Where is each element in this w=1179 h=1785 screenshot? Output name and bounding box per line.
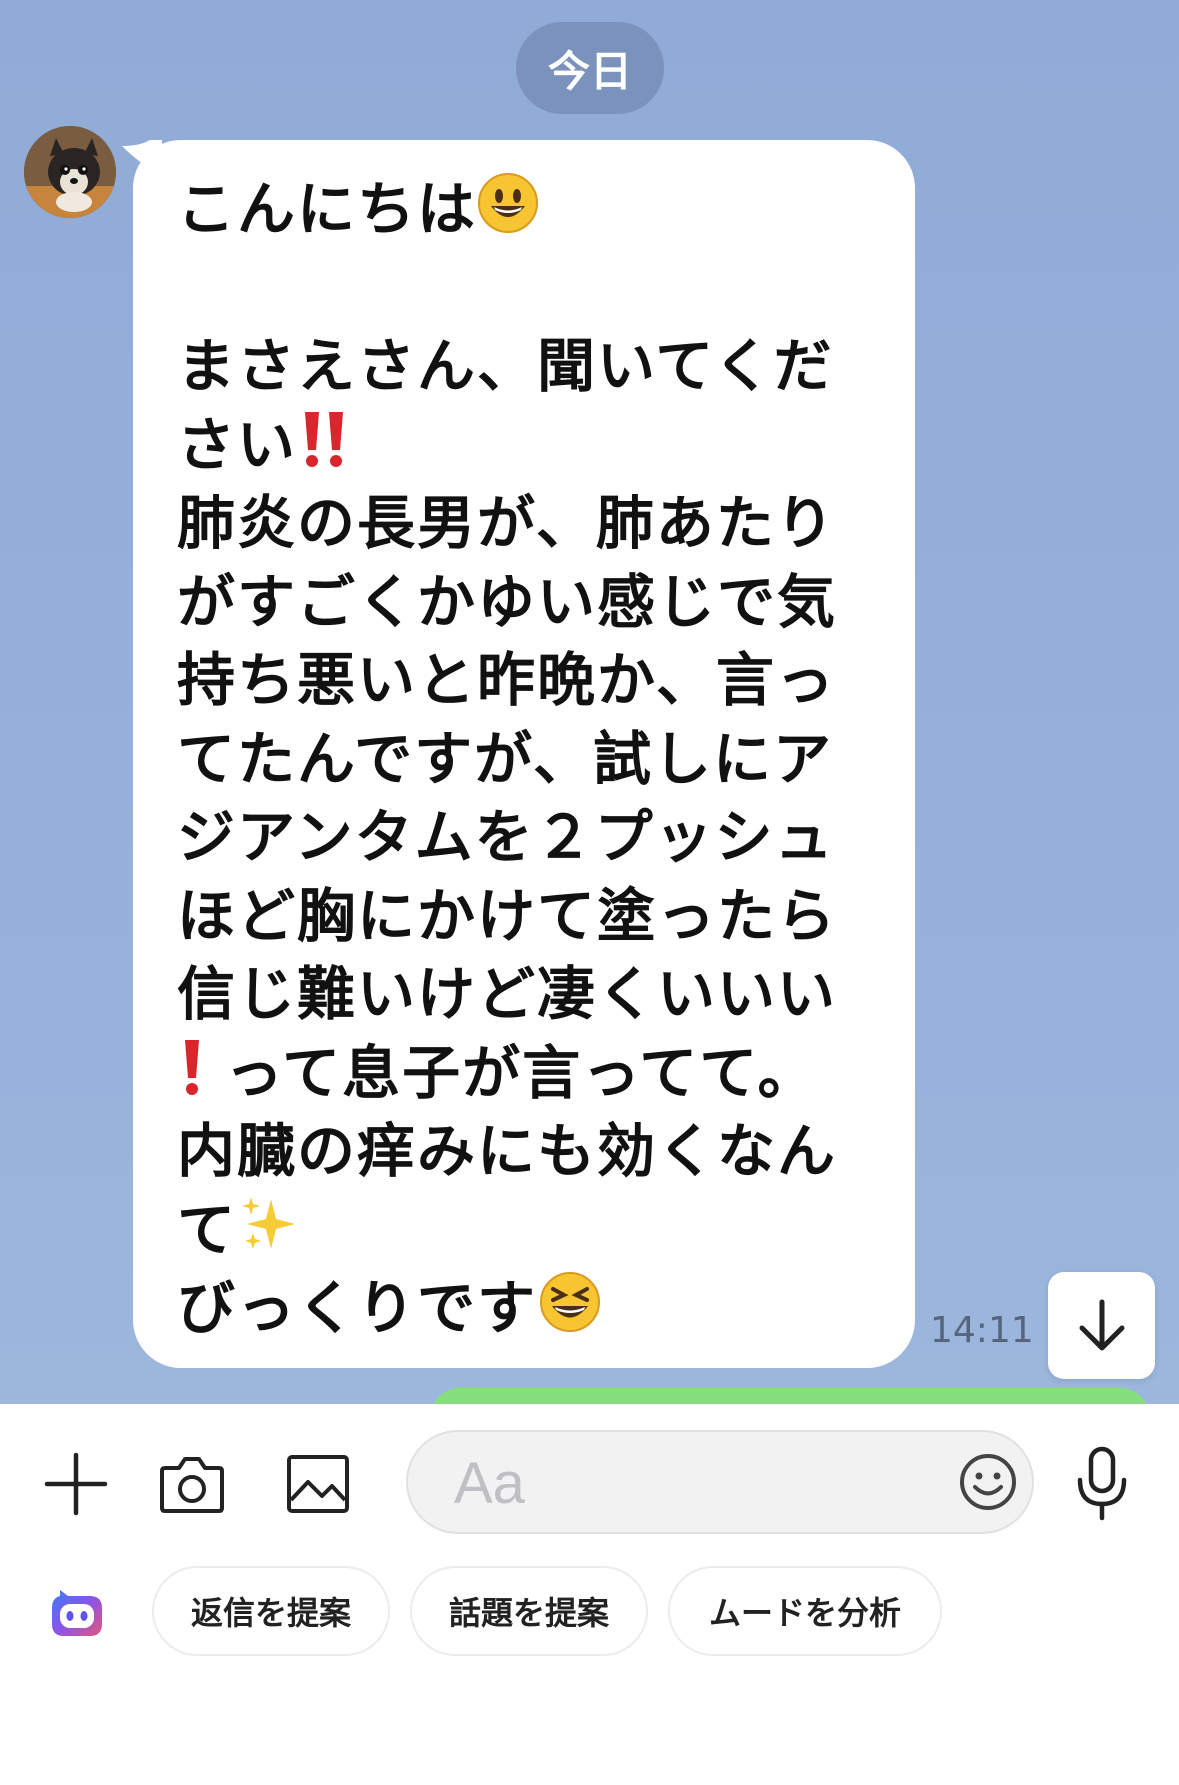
message-line: ほど胸にかけて塗ったら [177,881,838,950]
outgoing-message-bubble[interactable] [430,1388,1150,1404]
message-line: てたんですが、試しにア [177,724,833,793]
message-line: ジアンタムを２プッシュ [177,803,835,871]
exclamation-icon [177,1036,207,1118]
camera-icon [160,1457,224,1513]
message-line: 持ち悪いと昨晩か、言っ [177,646,836,714]
scroll-down-button[interactable] [1048,1272,1155,1379]
dog-avatar-image [24,126,116,218]
arrow-down-icon [1079,1299,1124,1350]
suggest-reply-chip[interactable]: 返信を提案 [152,1566,390,1656]
message-line: こんにちは [177,170,875,249]
ai-assistant-button[interactable] [44,1582,110,1642]
sparkles-icon [237,1193,303,1275]
double-exclamation-icon [297,408,353,490]
message-line: 内臓の痒みにも効くなん [177,1117,838,1185]
camera-button[interactable] [156,1448,228,1520]
date-separator: 今日 [516,22,664,114]
plus-button[interactable] [40,1448,112,1520]
message-line: て [177,1191,875,1270]
message-timestamp: 14:11 [930,1310,1034,1351]
laughing-face-icon [537,1271,603,1353]
message-line: びっくりです [177,1269,875,1348]
grinning-face-icon [477,172,539,254]
avatar[interactable] [24,126,116,218]
message-line: って息子が言ってて。 [177,1034,875,1113]
chat-area[interactable]: 今日 こんにちは まさえさん、聞いてくだ さい 肺炎の長男が、肺あたり がすごく… [0,0,1179,1404]
emoji-button[interactable] [956,1450,1020,1514]
analyze-mood-chip[interactable]: ムードを分析 [668,1566,942,1656]
message-line: 肺炎の長男が、肺あたり [177,489,836,557]
message-input-field[interactable] [406,1430,1034,1534]
plus-icon [44,1452,108,1516]
message-line: まさえさん、聞いてくだ [177,332,834,400]
message-input[interactable] [452,1444,936,1522]
emoji-icon [960,1454,1016,1510]
image-button[interactable] [282,1448,354,1520]
microphone-button[interactable] [1068,1444,1136,1524]
incoming-message-bubble[interactable]: こんにちは まさえさん、聞いてくだ さい 肺炎の長男が、肺あたり がすごくかゆい… [133,140,915,1368]
microphone-icon [1077,1446,1127,1521]
message-line: 信じ難いけど凄くいいい [177,960,838,1028]
image-icon [287,1455,349,1513]
message-line: がすごくかゆい感じで気 [177,567,838,636]
suggest-topic-chip[interactable]: 話題を提案 [410,1566,648,1656]
message-line: さい [177,406,875,485]
ai-assistant-icon [52,1590,102,1636]
